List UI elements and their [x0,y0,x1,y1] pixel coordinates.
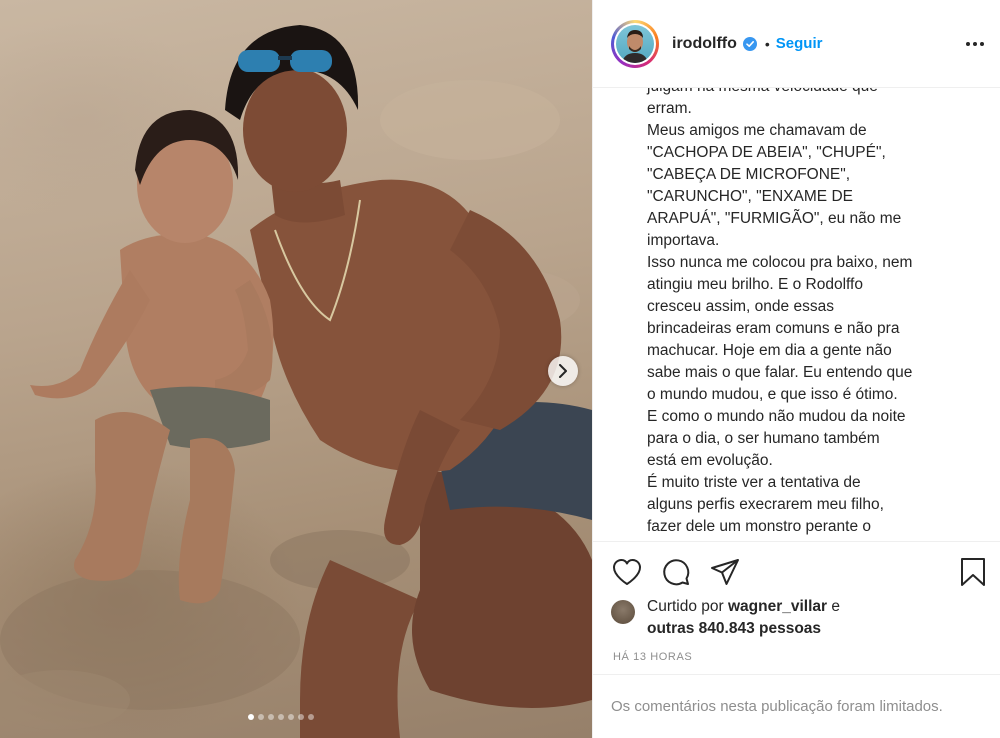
carousel-dot [298,714,304,720]
avatar-portrait [622,29,648,63]
carousel-next-button[interactable] [548,356,578,386]
caption-line: está em evolução. [647,452,773,469]
caption-line: machucar. Hoje em dia a gente não [647,342,892,359]
heart-icon [613,559,641,585]
caption-line: "CARUNCHO", "ENXAME DE [647,188,853,205]
comments-limited-notice: Os comentários nesta publicação foram li… [593,674,1000,738]
likes-others-link[interactable]: outras 840.843 pessoas [647,620,821,637]
caption-line: brincadeiras eram comuns e não pra [647,320,900,337]
like-button[interactable] [611,556,643,588]
bookmark-icon [961,558,985,586]
carousel-dot [278,714,284,720]
caption-line: ARAPUÁ", "FURMIGÃO", eu não me [647,210,902,227]
caption-line: sabe mais o que falar. Eu entendo que [647,364,913,381]
comment-icon [663,559,690,586]
post-header: irodolffo • Seguir [593,0,1000,88]
caption-line: o mundo mudou, e que isso é ótimo. [647,386,898,403]
caption-line: É muito triste ver a tentativa de [647,474,861,491]
more-horizontal-icon [966,41,984,46]
post-photo[interactable] [0,0,592,738]
header-separator: • [764,35,770,52]
save-button[interactable] [957,556,989,588]
photo-scene [0,25,592,738]
share-icon [711,559,739,585]
caption-line: para o dia, o ser humano também [647,430,880,447]
caption-line: atingiu meu brilho. E o Rodolffo [647,276,863,293]
author-avatar[interactable] [611,19,659,68]
follow-button[interactable]: Seguir [776,35,823,52]
caption-line: cresceu assim, onde essas [647,298,834,315]
caption-scroll-area[interactable]: julgam na mesma velocidade que erram. Meus… [593,88,1000,542]
caption-line: fazer dele um monstro perante o [647,518,872,535]
likes-prefix: Curtido por [647,598,724,615]
carousel-dot [308,714,314,720]
post-timestamp[interactable]: HÁ 13 HORAS [613,651,692,663]
carousel-dot [258,714,264,720]
author-username[interactable]: irodolffo [672,35,737,53]
comment-button[interactable] [660,556,692,588]
carousel-dot [288,714,294,720]
carousel-indicator [248,714,314,720]
caption-line: alguns perfis execrarem meu filho, [647,496,884,513]
caption-line: Meus amigos me chamavam de [647,122,867,139]
more-options-button[interactable] [963,32,987,56]
verified-badge-icon [742,36,757,51]
likes-conjunction: e [831,598,841,615]
caption-line: "CABEÇA DE MICROFONE", [647,166,851,183]
post-caption: julgam na mesma velocidade que erram. Meus… [647,88,983,538]
share-button[interactable] [709,556,741,588]
caption-line: julgam na mesma velocidade que [647,88,983,98]
post-actions [593,552,1000,592]
carousel-dot [248,714,254,720]
caption-line: erram. [647,100,692,117]
liker-username[interactable]: wagner_villar [728,598,827,615]
caption-line: "CACHOPA DE ABEIA", "CHUPÉ", [647,144,886,161]
liker-avatar[interactable] [611,600,635,624]
chevron-right-icon [559,364,567,378]
caption-line: Isso nunca me colocou pra baixo, nem [647,254,913,271]
carousel-dot [268,714,274,720]
likes-summary: Curtido por wagner_villar e outras 840.8… [611,596,991,640]
post-side-panel: irodolffo • Seguir julgam na mesma veloc… [592,0,1000,738]
caption-line: importava. [647,232,720,249]
caption-line: E como o mundo não mudou da noite [647,408,906,425]
